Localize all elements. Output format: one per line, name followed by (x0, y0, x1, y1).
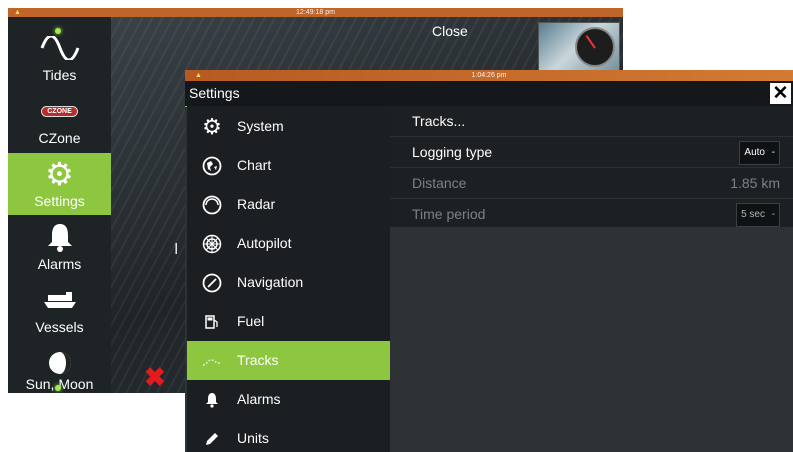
menu-item-label: Radar (237, 196, 276, 212)
helm-icon (201, 233, 223, 255)
bell-icon (201, 389, 223, 411)
time-period-label: Time period (412, 206, 486, 222)
menu-item-label: Fuel (237, 313, 265, 329)
home-item-alarms[interactable]: Alarms (8, 216, 111, 278)
gear-icon: ⚙ (45, 156, 74, 192)
alert-x-icon: ✖ (144, 362, 166, 392)
home-item-vessels[interactable]: Vessels (8, 279, 111, 341)
menu-item-label: Chart (237, 157, 272, 173)
logging-type-dropdown[interactable]: Auto (739, 141, 780, 165)
dialog-titlebar: Settings ✕ (185, 81, 793, 107)
close-icon: ✕ (772, 83, 789, 104)
bell-icon (8, 220, 111, 254)
time-period-row: Time period 5 sec (390, 199, 793, 229)
logging-type-row[interactable]: Logging type Auto (390, 137, 793, 168)
distance-row: Distance 1.85 km (390, 168, 793, 199)
menu-item-units[interactable]: Units (187, 419, 390, 452)
menu-item-label: System (237, 118, 284, 134)
home-item-tides[interactable]: Tides (8, 27, 111, 89)
home-item-label: Vessels (35, 319, 84, 335)
menu-item-label: Autopilot (237, 235, 292, 251)
dialog-title: Settings (189, 85, 240, 101)
radar-icon (201, 194, 223, 216)
menu-item-fuel[interactable]: Fuel (187, 302, 390, 341)
menu-item-label: Units (237, 430, 269, 446)
warning-icon: ▲ (14, 9, 21, 16)
close-button[interactable]: ✕ (770, 83, 791, 104)
ship-icon (8, 283, 111, 317)
settings-dialog: ▲ 1:04:26 pm Settings ✕ ⚙ System Chart R… (185, 70, 793, 452)
menu-item-navigation[interactable]: Navigation (187, 263, 390, 302)
menu-item-label: Alarms (237, 391, 281, 407)
close-button[interactable]: Close (432, 23, 468, 39)
gear-icon: ⚙ (202, 114, 222, 139)
status-bar: ▲ 1:04:26 pm (185, 70, 793, 81)
menu-item-autopilot[interactable]: Autopilot (187, 224, 390, 263)
menu-item-alarms[interactable]: Alarms (187, 380, 390, 419)
sine-wave-icon (8, 31, 111, 65)
home-sidebar: Tides CZONE CZone ⚙ Settings Alarms Vess… (8, 17, 111, 393)
globe-icon (201, 155, 223, 177)
warning-icon: ▲ (195, 72, 202, 79)
fuel-pump-icon (201, 311, 223, 333)
home-item-label: CZone (38, 130, 81, 146)
status-time: 12:49:18 pm (296, 9, 335, 16)
time-period-dropdown[interactable]: 5 sec (736, 203, 780, 227)
track-icon (201, 350, 223, 372)
menu-item-tracks[interactable]: Tracks (187, 341, 390, 380)
home-item-label: Alarms (37, 256, 82, 272)
menu-item-radar[interactable]: Radar (187, 185, 390, 224)
tracks-row[interactable]: Tracks... (390, 106, 793, 137)
tracks-link[interactable]: Tracks... (412, 113, 465, 129)
home-item-czone[interactable]: CZONE CZone (8, 90, 111, 152)
menu-item-chart[interactable]: Chart (187, 146, 390, 185)
status-bar: ▲ 12:49:18 pm (8, 8, 623, 17)
logging-type-label: Logging type (412, 144, 493, 160)
tracks-panel: Tracks... Logging type Auto Distance 1.8… (390, 106, 793, 227)
distance-value: 1.85 km (730, 175, 780, 191)
menu-item-label: Tracks (237, 352, 279, 368)
home-item-settings[interactable]: ⚙ Settings (8, 153, 111, 215)
settings-menu: ⚙ System Chart Radar Autopilot Navigatio… (187, 106, 390, 452)
compass-icon (201, 272, 223, 294)
partial-text: I (174, 241, 179, 258)
gauge-icon (575, 27, 615, 67)
distance-label: Distance (412, 175, 467, 191)
status-time: 1:04:26 pm (471, 72, 507, 79)
indicator-dot (55, 385, 61, 391)
menu-item-system[interactable]: ⚙ System (187, 107, 390, 146)
home-item-label: Tides (42, 67, 77, 83)
moon-phase-icon (8, 346, 111, 380)
czone-logo-icon: CZONE (8, 94, 111, 128)
home-item-label: Settings (34, 193, 85, 209)
pencil-icon (201, 428, 223, 450)
menu-item-label: Navigation (237, 274, 304, 290)
